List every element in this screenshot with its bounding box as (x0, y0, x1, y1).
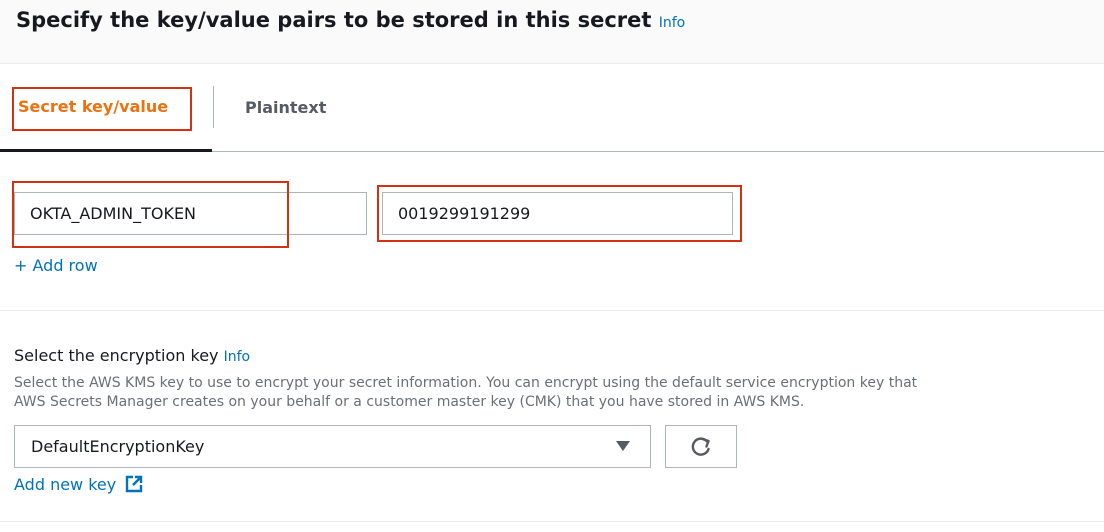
tab-label: Plaintext (245, 98, 327, 117)
section-header: Specify the key/value pairs to be stored… (0, 0, 1104, 64)
encryption-key-select[interactable]: DefaultEncryptionKey (14, 425, 651, 468)
divider (0, 521, 1104, 522)
description-line: Select the AWS KMS key to use to encrypt… (14, 375, 918, 391)
add-row-link[interactable]: + Add row (14, 256, 98, 275)
refresh-button[interactable] (665, 425, 737, 468)
add-new-key-label: Add new key (14, 474, 117, 494)
caret-down-icon (616, 441, 630, 451)
tab-divider (213, 86, 214, 128)
highlight-box-tab (12, 87, 192, 131)
tab-plaintext[interactable]: Plaintext (245, 64, 326, 151)
info-link[interactable]: Info (224, 349, 251, 365)
section-title-text: Specify the key/value pairs to be stored… (16, 8, 652, 32)
external-link-icon (126, 475, 143, 493)
description-line: AWS Secrets Manager creates on your beha… (14, 394, 805, 410)
info-link[interactable]: Info (659, 15, 686, 31)
encryption-label: Select the encryption key Info (14, 346, 250, 365)
highlight-box-key (12, 181, 289, 248)
encryption-description: Select the AWS KMS key to use to encrypt… (14, 374, 1074, 412)
highlight-box-value (377, 185, 742, 242)
refresh-icon (691, 436, 710, 456)
section-title: Specify the key/value pairs to be stored… (16, 8, 685, 32)
add-new-key-link[interactable]: Add new key (14, 474, 144, 494)
selected-key: DefaultEncryptionKey (31, 437, 205, 456)
encryption-label-text: Select the encryption key (14, 346, 219, 365)
divider (0, 310, 1104, 311)
